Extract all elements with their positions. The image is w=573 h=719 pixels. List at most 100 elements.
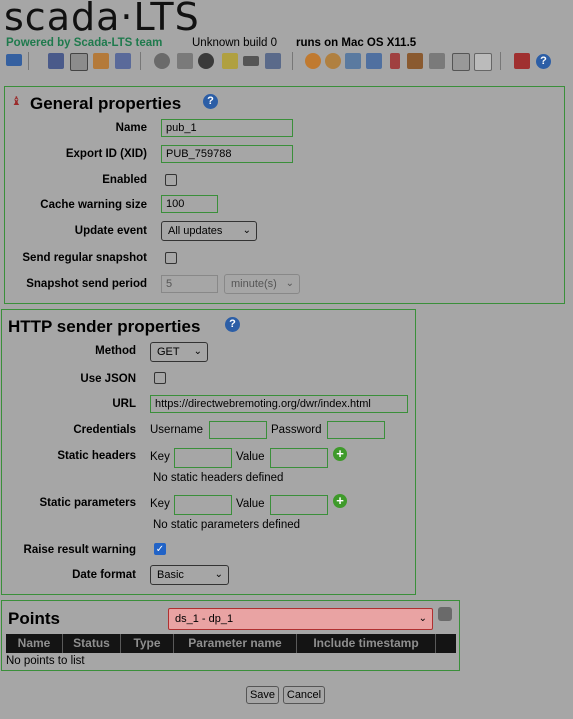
url-label: URL [112,398,136,410]
runs-on-info: runs on Mac OS X11.5 [296,37,417,49]
sql-icon[interactable] [474,53,492,71]
snapshot-period-unit-select[interactable]: minute(s) ⌄ [224,274,300,294]
http-help-icon[interactable]: ? [225,317,240,332]
header-key-label: Key [150,451,170,463]
raise-warning-label: Raise result warning [23,544,136,556]
cache-warning-label: Cache warning size [40,199,147,211]
method-value: GET [157,346,180,358]
app-logo: scada·LTS [4,0,200,39]
header-value-label: Value [236,451,265,463]
system-settings-icon[interactable] [429,53,445,69]
username-input[interactable] [209,421,267,439]
header-value-input[interactable] [270,448,328,468]
points-title: Points [8,609,60,628]
param-key-label: Key [150,498,170,510]
name-label: Name [115,122,147,134]
column-header-name: Name [6,634,63,653]
xid-input[interactable]: PUB_759788 [161,145,293,163]
cache-warning-input[interactable]: 100 [161,195,218,213]
scheduled-events-icon[interactable] [154,53,170,69]
snapshot-period-unit-value: minute(s) [231,278,277,290]
emport-icon[interactable] [452,53,470,71]
date-format-label: Date format [72,569,136,581]
url-input[interactable]: https://directwebremoting.org/dwr/index.… [150,395,408,413]
no-headers-text: No static headers defined [153,472,284,484]
compound-events-icon[interactable] [177,53,193,69]
column-header-include-timestamp: Include timestamp [297,634,436,653]
regular-snapshot-checkbox[interactable] [165,252,177,264]
password-input[interactable] [327,421,385,439]
update-event-select[interactable]: All updates ⌄ [161,221,257,241]
update-event-value: All updates [168,225,223,237]
header-key-input[interactable] [174,448,232,468]
build-info: Unknown build 0 [192,37,278,49]
enabled-label: Enabled [102,174,147,186]
chevron-down-icon: ⌄ [418,613,427,624]
use-json-checkbox[interactable] [154,372,166,384]
method-label: Method [95,345,136,357]
static-headers-label: Static headers [57,450,136,462]
use-json-label: Use JSON [80,373,136,385]
publisher-icon: ♝ [11,94,22,108]
watchlist-icon[interactable] [6,54,22,66]
toolbar-divider [500,52,501,70]
date-format-value: Basic [157,569,184,581]
mailing-lists-icon[interactable] [366,53,382,69]
no-points-text: No points to list [6,655,85,667]
logout-icon[interactable] [514,53,530,69]
help-icon[interactable]: ? [536,54,551,69]
point-links-icon[interactable] [198,53,214,69]
add-parameter-icon[interactable]: + [333,494,347,508]
raise-warning-checkbox[interactable]: ✓ [154,543,166,555]
param-value-label: Value [236,498,265,510]
maintenance-events-icon[interactable] [407,53,423,69]
update-event-label: Update event [74,225,147,237]
username-label: Username [150,424,204,436]
column-header-parameter-name: Parameter name [174,634,297,653]
cancel-button[interactable]: Cancel [283,686,325,704]
snapshot-period-label: Snapshot send period [26,278,147,290]
general-help-icon[interactable]: ? [203,94,218,109]
save-button[interactable]: Save [246,686,279,704]
no-parameters-text: No static parameters defined [153,519,301,531]
scripting-icon[interactable] [222,53,238,69]
reports-icon[interactable] [93,53,109,69]
password-label: Password [271,424,322,436]
credentials-label: Credentials [73,424,136,436]
name-input[interactable]: pub_1 [161,119,293,137]
toolbar-divider [140,52,141,70]
publishers-2-icon[interactable] [390,53,400,69]
powered-by-text: Powered by Scada-LTS team [6,37,163,49]
point-select[interactable]: ds_1 - dp_1 ⌄ [168,608,433,630]
regular-snapshot-label: Send regular snapshot [22,252,147,264]
point-select-value: ds_1 - dp_1 [175,613,234,625]
user-profiles-icon[interactable] [325,53,341,69]
users-icon[interactable] [305,53,321,69]
graphical-views-icon[interactable] [48,53,64,69]
point-hierarchy-icon[interactable] [345,53,361,69]
method-select[interactable]: GET ⌄ [150,342,208,362]
toolbar-divider [28,52,29,70]
column-header-status: Status [63,634,121,653]
add-point-icon[interactable] [438,607,452,621]
snapshot-period-input[interactable]: 5 [161,275,218,293]
chevron-down-icon: ⌄ [285,278,294,289]
events-icon[interactable] [70,53,88,71]
xid-label: Export ID (XID) [65,148,147,160]
publishers-icon[interactable] [243,56,259,66]
chevron-down-icon: ⌄ [214,569,223,580]
data-sources-icon[interactable] [115,53,131,69]
date-format-select[interactable]: Basic ⌄ [150,565,229,585]
edit-tags-icon[interactable] [265,53,281,69]
param-key-input[interactable] [174,495,232,515]
chevron-down-icon: ⌄ [193,346,202,357]
add-header-icon[interactable]: + [333,447,347,461]
toolbar: ? [0,50,573,74]
http-sender-title: HTTP sender properties [8,317,201,336]
enabled-checkbox[interactable] [165,174,177,186]
general-properties-title: General properties [30,94,182,113]
table-header-filler [436,634,456,653]
column-header-type: Type [121,634,174,653]
param-value-input[interactable] [270,495,328,515]
static-parameters-label: Static parameters [39,497,136,509]
